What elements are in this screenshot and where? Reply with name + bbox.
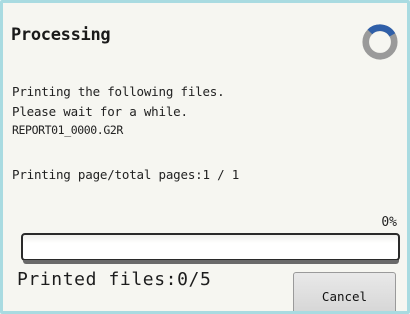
page-status: Printing page/total pages:1 / 1 (12, 167, 240, 182)
file-name: REPORT01_0000.G2R (12, 123, 123, 137)
processing-dialog: Processing Printing the following files.… (0, 0, 410, 314)
progress-percent: 0% (381, 215, 397, 230)
printed-files-count: Printed files:0/5 (17, 269, 212, 290)
cancel-button[interactable]: Cancel (293, 272, 396, 311)
message-line-2: Please wait for a while. (12, 104, 188, 119)
message-line-1: Printing the following files. (12, 84, 225, 99)
progress-bar (21, 233, 400, 261)
progress-bar-shadow (23, 260, 399, 264)
dialog-title: Processing (11, 25, 111, 45)
busy-spinner-icon (362, 24, 398, 60)
